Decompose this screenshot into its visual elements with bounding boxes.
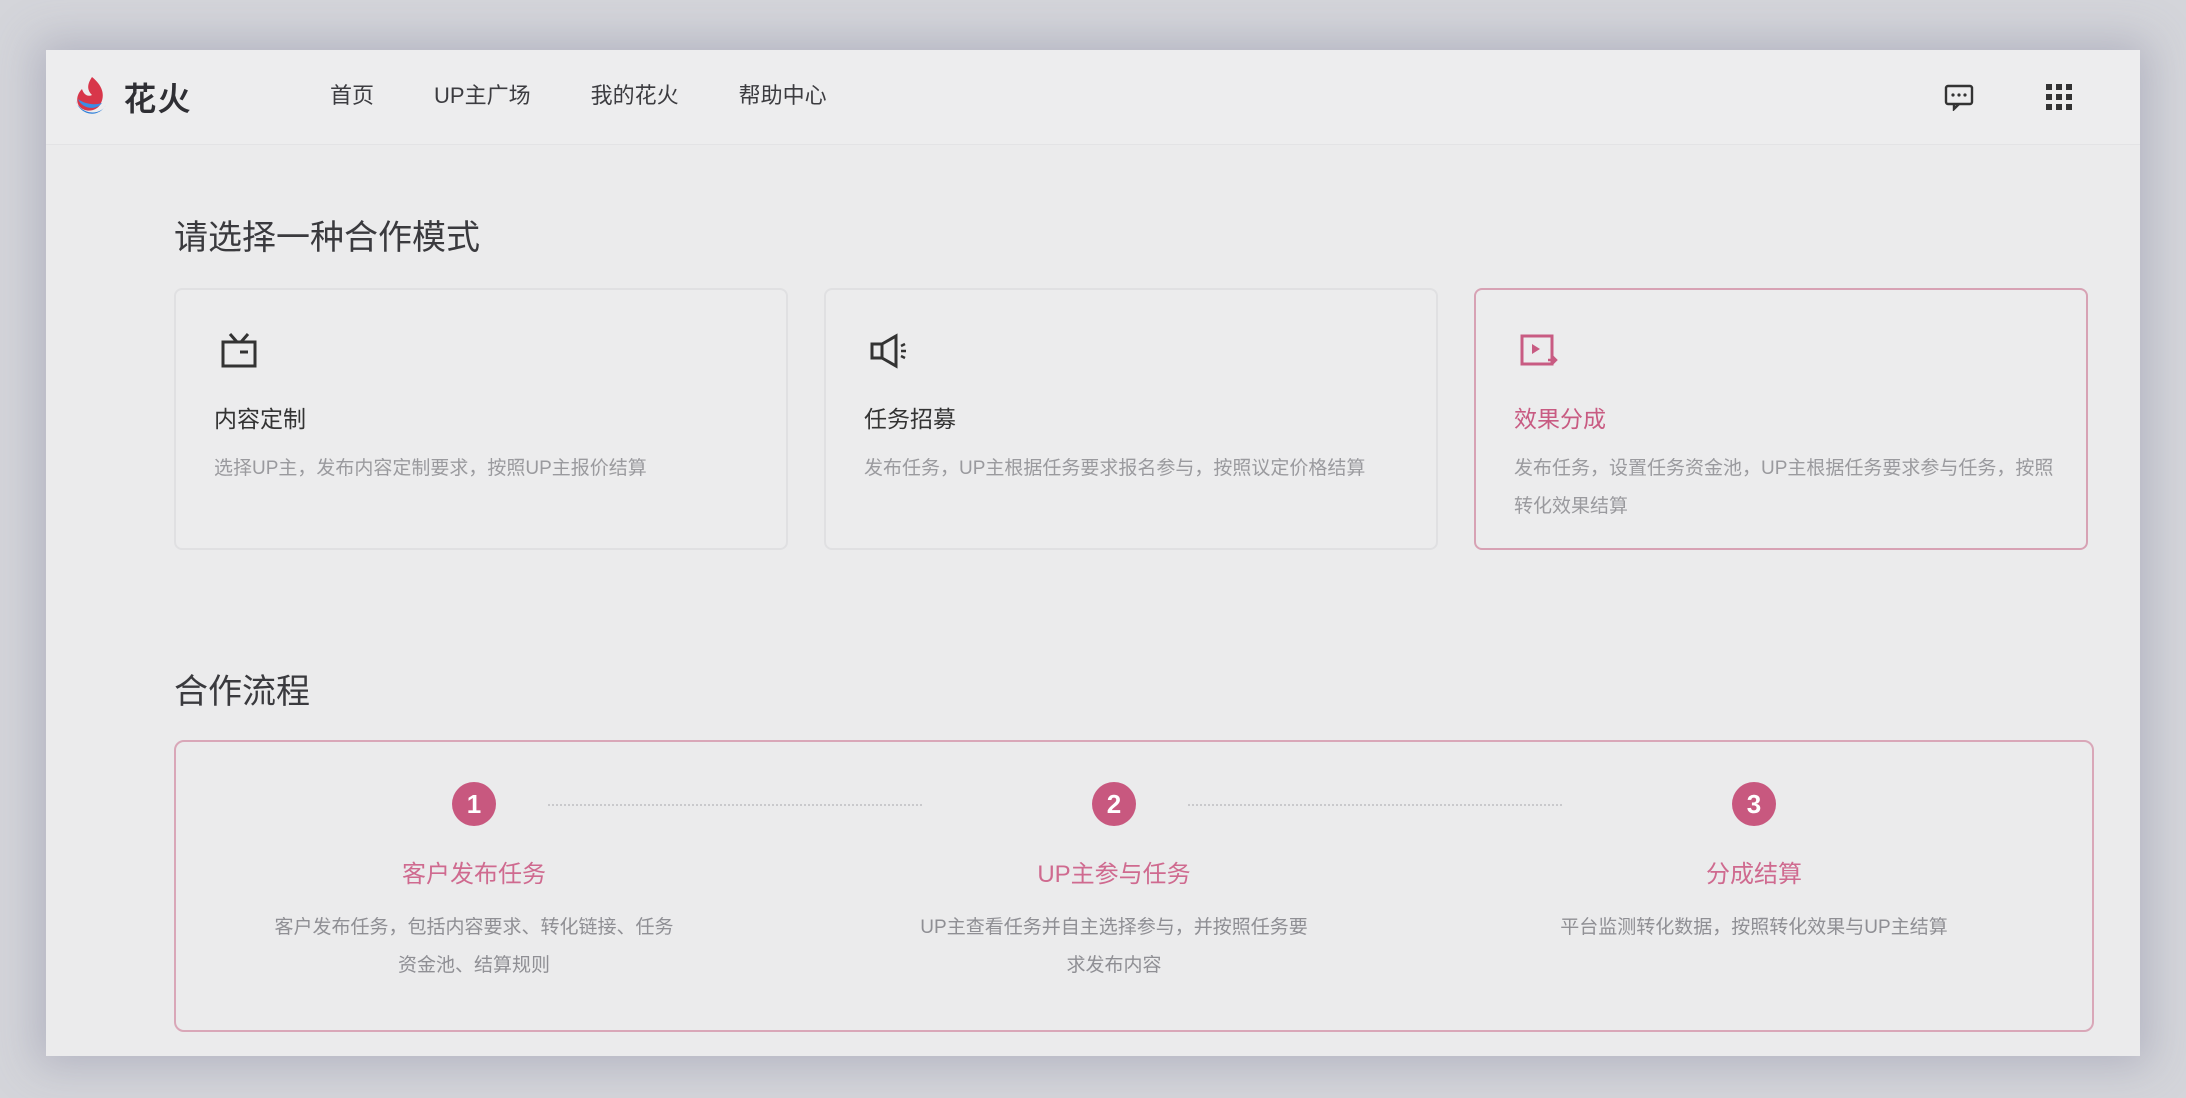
video-share-icon — [1520, 334, 1558, 366]
step-description: 客户发布任务，包括内容要求、转化链接、任务资金池、结算规则 — [274, 917, 674, 976]
flow-step-3: 3 分成结算 平台监测转化数据，按照转化效果与UP主结算 — [1494, 782, 2014, 947]
step-title: 分成结算 — [1706, 861, 1802, 888]
mode-name: 任务招募 — [864, 406, 956, 432]
flow-step-1: 1 客户发布任务 客户发布任务，包括内容要求、转化链接、任务资金池、结算规则 — [214, 782, 734, 985]
mode-description: 选择UP主，发布内容定制要求，按照UP主报价结算 — [214, 458, 647, 479]
mode-card-task-recruit[interactable]: 任务招募 发布任务，UP主根据任务要求报名参与，按照议定价格结算 — [824, 288, 1438, 550]
nav-item-help-center[interactable]: 帮助中心 — [739, 78, 827, 110]
step-number-badge: 1 — [452, 782, 496, 826]
mode-section-title: 请选择一种合作模式 — [174, 219, 480, 257]
megaphone-icon — [870, 333, 906, 369]
flow-section-title: 合作流程 — [174, 673, 310, 711]
step-title: 客户发布任务 — [402, 861, 546, 888]
mode-name: 内容定制 — [214, 406, 306, 432]
mode-card-content-custom[interactable]: 内容定制 选择UP主，发布内容定制要求，按照UP主报价结算 — [174, 288, 788, 550]
mode-description: 发布任务，UP主根据任务要求报名参与，按照议定价格结算 — [864, 458, 1366, 479]
step-number-badge: 2 — [1092, 782, 1136, 826]
nav-item-up-square[interactable]: UP主广场 — [434, 78, 531, 110]
brand-name: 花火 — [124, 81, 193, 117]
top-navigation-bar: 花火 首页 UP主广场 我的花火 帮助中心 — [46, 50, 2140, 145]
flame-logo-icon — [76, 77, 106, 114]
app-window: 花火 首页 UP主广场 我的花火 帮助中心 请选择一种合作模式 内容定制 选择U… — [46, 50, 2140, 1056]
step-title: UP主参与任务 — [1037, 861, 1191, 888]
mode-name: 效果分成 — [1514, 406, 1606, 432]
nav-item-my-huahuo[interactable]: 我的花火 — [591, 78, 679, 110]
step-description: UP主查看任务并自主选择参与，并按照任务要求发布内容 — [920, 917, 1308, 976]
message-icon[interactable] — [1942, 80, 1976, 114]
mode-description: 发布任务，设置任务资金池，UP主根据任务要求参与任务，按照转化效果结算 — [1514, 458, 2054, 517]
brand-logo[interactable]: 花火 — [72, 74, 192, 120]
tv-icon — [221, 333, 257, 368]
cooperation-flow-panel: 1 客户发布任务 客户发布任务，包括内容要求、转化链接、任务资金池、结算规则 2… — [174, 740, 2094, 1032]
flow-step-2: 2 UP主参与任务 UP主查看任务并自主选择参与，并按照任务要求发布内容 — [854, 782, 1374, 985]
main-nav: 首页 UP主广场 我的花火 帮助中心 — [330, 78, 887, 110]
step-description: 平台监测转化数据，按照转化效果与UP主结算 — [1560, 917, 1948, 938]
nav-item-home[interactable]: 首页 — [330, 78, 374, 110]
step-number-badge: 3 — [1732, 782, 1776, 826]
mode-card-effect-share[interactable]: 效果分成 发布任务，设置任务资金池，UP主根据任务要求参与任务，按照转化效果结算 — [1474, 288, 2088, 550]
grid-apps-icon[interactable] — [2042, 80, 2076, 114]
